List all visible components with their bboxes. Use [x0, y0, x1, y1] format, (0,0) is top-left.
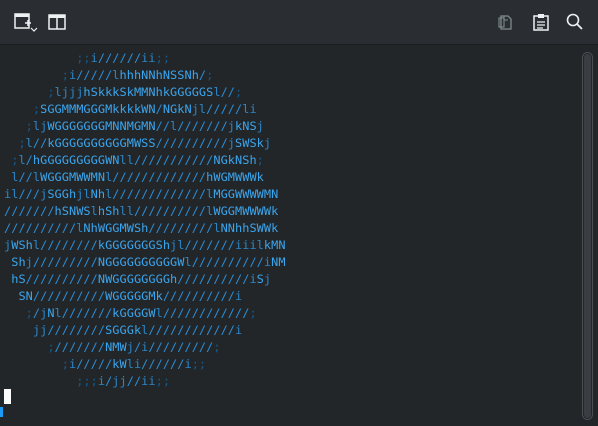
toolbar	[0, 0, 598, 45]
terminal-line: SN//////////WGGGGGMk//////////i	[18, 289, 243, 303]
copy-icon	[496, 12, 516, 32]
terminal-line: //////////lNhWGGMWSh/////////lNNhhSWWk	[4, 221, 279, 235]
terminal-line: ;l//kGGGGGGGGGGMWSS//////////jSWSkj	[18, 136, 272, 150]
paste-button[interactable]	[526, 7, 556, 37]
paste-icon	[531, 12, 551, 32]
terminal-line: ;SGGMMMGGGMkkkkWN/NGkNjl/////li	[32, 102, 257, 116]
split-view-icon	[47, 12, 67, 32]
terminal-line: ;l/hGGGGGGGGGWNll///////////NGkNSh;	[11, 153, 264, 167]
terminal-line: ;ljjjhSkkkSkMMNhkGGGGGSl//;	[47, 85, 243, 99]
terminal-line: ;ljWGGGGGGGMNNMGMN//l///////jkNSj	[25, 119, 264, 133]
copy-button[interactable]	[491, 7, 521, 37]
search-button[interactable]	[560, 7, 590, 37]
terminal-line: Shj/////////NGGGGGGGGGGWl//////////iNM	[11, 255, 286, 269]
terminal-view[interactable]: ;;i//////ii;; ;i/////lhhhNNhNSSNh/; ;ljj…	[0, 46, 578, 426]
terminal-line: ;;;i/jj//ii;;	[76, 374, 171, 388]
terminal-line: ///////hSNWSlhShll//////////lWGGMWWWWk	[4, 204, 279, 218]
line-marker	[0, 407, 3, 417]
terminal-line: jWShl////////kGGGGGGGShjl///////iiilkMN	[4, 238, 286, 252]
terminal-line: jj////////SGGGkl////////////i	[32, 323, 243, 337]
search-icon	[565, 12, 585, 32]
terminal-line: ;i/////kWli//////i;;	[61, 357, 207, 371]
terminal-line: il///jSGGhjlNhl/////////////lMGGWWWWMN	[4, 187, 279, 201]
terminal-line: ;/jNl///////kGGGGWl////////////;	[25, 306, 257, 320]
terminal-line: ;i/////lhhhNNhNSSNh/;	[61, 68, 214, 82]
text-cursor	[4, 389, 11, 404]
scrollbar-thumb[interactable]	[584, 54, 591, 418]
split-view-button[interactable]	[42, 7, 72, 37]
terminal-line: l//lWGGGMWWMNl/////////////hWGMWWWk	[11, 170, 264, 184]
terminal-line: ;///////NMWj/i/////////;	[47, 340, 221, 354]
terminal-output: ;;i//////ii;; ;i/////lhhhNNhNSSNh/; ;ljj…	[4, 50, 286, 390]
terminal-line: ;;i//////ii;;	[76, 51, 171, 65]
terminal-line: hS//////////NWGGGGGGGGh//////////iSj	[11, 272, 272, 286]
chevron-down-icon	[30, 27, 38, 33]
new-tab-button[interactable]	[9, 7, 39, 37]
